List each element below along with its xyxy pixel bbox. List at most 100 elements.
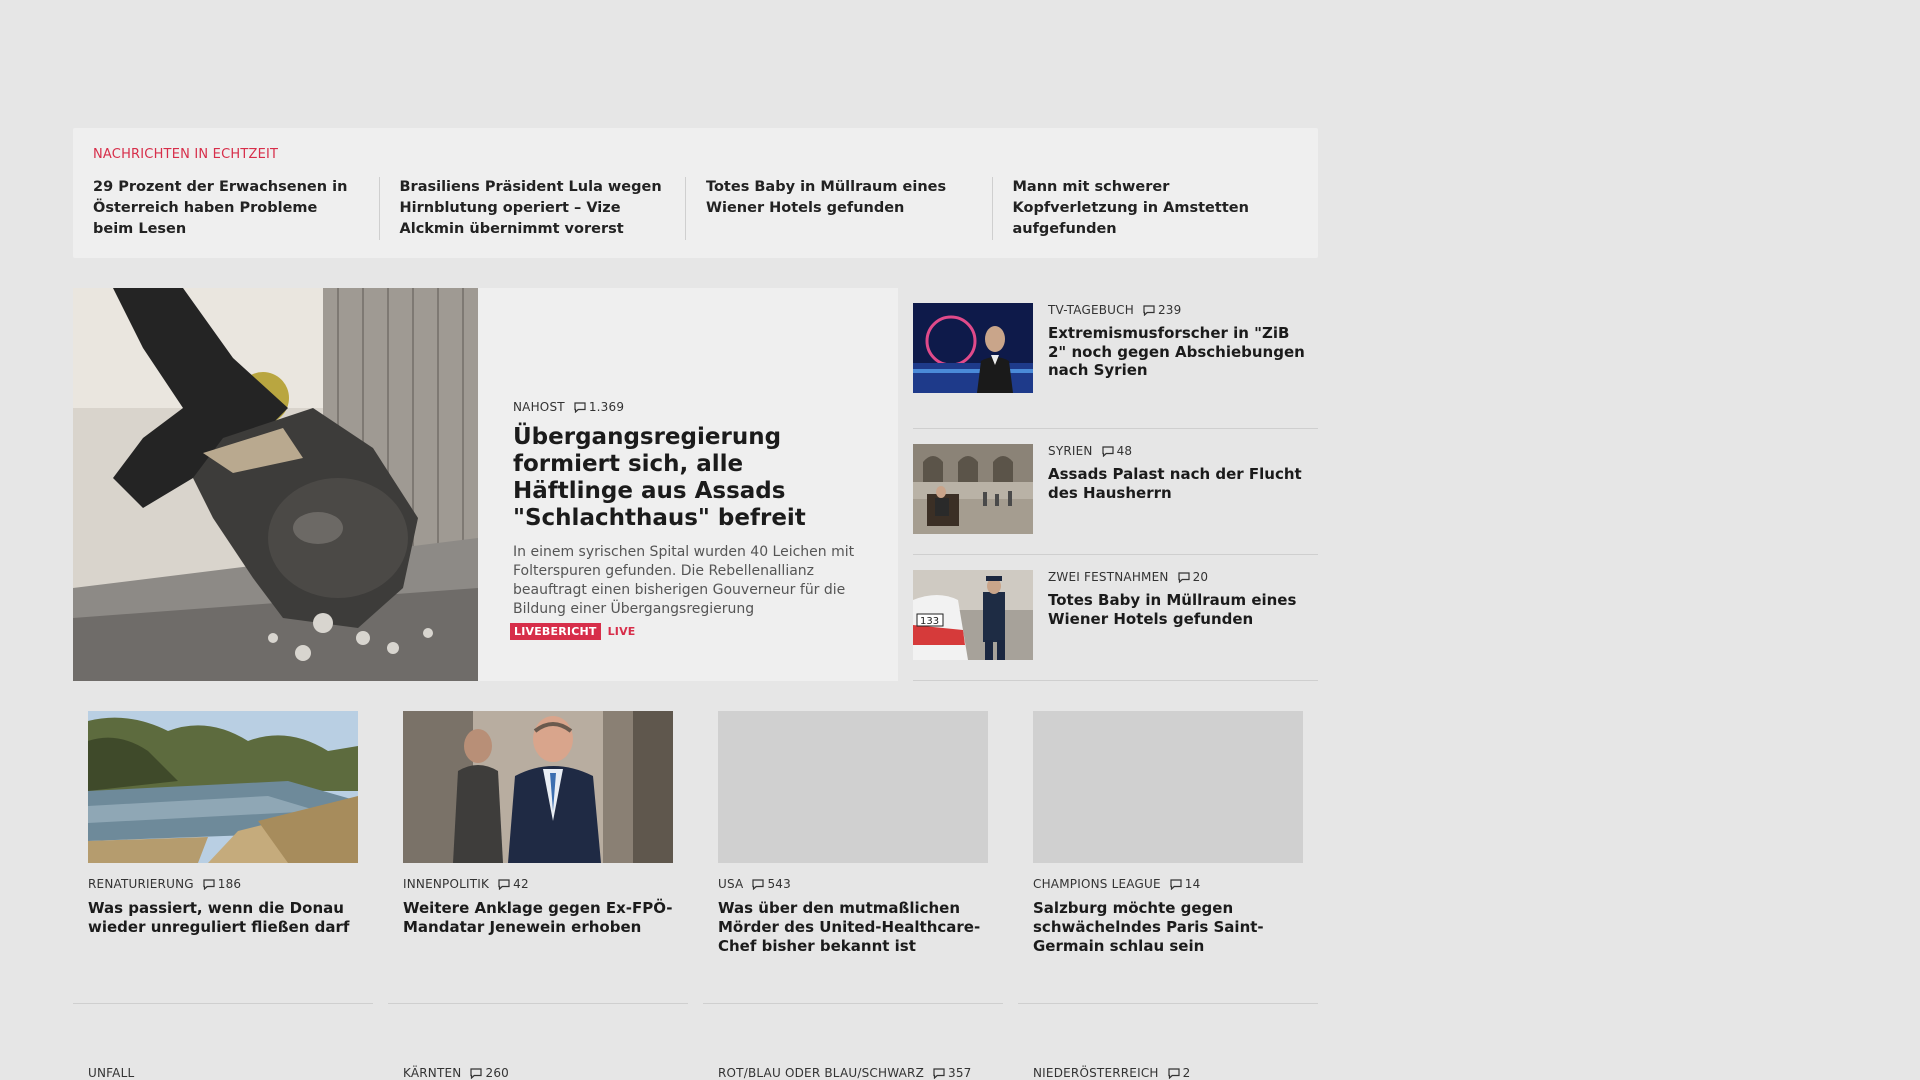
- card-kicker: CHAMPIONS LEAGUE 14: [1033, 877, 1303, 891]
- card-comment-count[interactable]: 260: [470, 1066, 509, 1080]
- side-article-image[interactable]: [913, 303, 1033, 393]
- hero-comment-count[interactable]: 1.369: [574, 400, 624, 414]
- side-headline[interactable]: Totes Baby in Müllraum eines Wiener Hote…: [1048, 591, 1308, 628]
- card-image[interactable]: [88, 711, 358, 863]
- side-article[interactable]: SYRIEN 48 Assads Palast nach der Flucht …: [913, 444, 1318, 534]
- hero-teaser: In einem syrischen Spital wurden 40 Leic…: [513, 544, 855, 617]
- divider: [388, 1003, 688, 1004]
- card-image-placeholder[interactable]: [718, 711, 988, 863]
- comment-count-value: 186: [217, 877, 242, 891]
- comment-icon: [574, 401, 586, 413]
- card-comment-count[interactable]: 357: [933, 1066, 972, 1080]
- hero-category[interactable]: NAHOST: [513, 400, 565, 414]
- article-card[interactable]: INNENPOLITIK 42 Weitere Anklage gegen Ex…: [403, 711, 673, 937]
- side-headline[interactable]: Assads Palast nach der Flucht des Haushe…: [1048, 465, 1308, 502]
- card-category[interactable]: RENATURIERUNG: [88, 877, 194, 891]
- card-kicker: INNENPOLITIK 42: [403, 877, 673, 891]
- card-headline[interactable]: Salzburg möchte gegen schwächelndes Pari…: [1033, 899, 1303, 956]
- side-article[interactable]: TV-TAGEBUCH 239 Extremismusforscher in "…: [913, 303, 1318, 393]
- ticker-item[interactable]: Brasiliens Präsident Lula wegen Hirn­blu…: [378, 177, 686, 240]
- card-category[interactable]: NIEDERÖSTERREICH: [1033, 1066, 1159, 1080]
- ticker-items: 29 Prozent der Erwachsenen in Öster­reic…: [93, 177, 1298, 240]
- card-category[interactable]: INNENPOLITIK: [403, 877, 489, 891]
- card-kicker: KÄRNTEN 260: [403, 1066, 509, 1080]
- side-comment-count[interactable]: 48: [1101, 444, 1133, 458]
- ticker-item[interactable]: Mann mit schwerer Kopfverletzung in Amst…: [991, 177, 1299, 240]
- side-comment-count[interactable]: 20: [1177, 570, 1209, 584]
- card-comment-count[interactable]: 543: [752, 877, 791, 891]
- comment-count-value: 42: [513, 877, 529, 891]
- side-article-image[interactable]: 133: [913, 570, 1033, 660]
- comment-icon: [203, 878, 215, 890]
- side-article-content: TV-TAGEBUCH 239 Extremismusforscher in "…: [1048, 303, 1308, 393]
- live-indicator: LIVE: [607, 625, 636, 638]
- side-category[interactable]: TV-TAGEBUCH: [1048, 303, 1134, 317]
- card-headline[interactable]: Weitere Anklage gegen Ex-FPÖ-Mandatar Je…: [403, 899, 673, 937]
- divider: [1018, 1003, 1318, 1004]
- ticker-item[interactable]: 29 Prozent der Erwachsenen in Öster­reic…: [93, 177, 379, 240]
- card-comment-count[interactable]: 42: [498, 877, 529, 891]
- hero-image[interactable]: [73, 288, 478, 681]
- comment-count-value: 20: [1192, 570, 1209, 584]
- card-category[interactable]: ROT/BLAU ODER BLAU/SCHWARZ: [718, 1066, 924, 1080]
- comment-icon: [470, 1067, 483, 1079]
- comment-icon: [933, 1067, 945, 1079]
- card-comment-count[interactable]: 186: [203, 877, 242, 891]
- card-category[interactable]: USA: [718, 877, 743, 891]
- comment-count-value: 260: [485, 1066, 509, 1080]
- card-kicker: NIEDERÖSTERREICH 2: [1033, 1066, 1190, 1080]
- side-kicker: SYRIEN 48: [1048, 444, 1308, 458]
- hero-headline[interactable]: Übergangsregierung formiert sich, alle H…: [513, 424, 863, 532]
- card-kicker: RENATURIERUNG 186: [88, 877, 358, 891]
- comment-icon: [1177, 571, 1190, 583]
- divider: [73, 1003, 373, 1004]
- comment-icon: [1168, 1067, 1180, 1079]
- side-article-content: ZWEI FESTNAHMEN 20 Totes Baby in Müllrau…: [1048, 570, 1308, 660]
- ticker-heading: NACHRICHTEN IN ECHTZEIT: [93, 147, 279, 162]
- card-kicker: ROT/BLAU ODER BLAU/SCHWARZ 357: [718, 1066, 972, 1080]
- side-comment-count[interactable]: 239: [1143, 303, 1182, 317]
- divider: [913, 554, 1318, 555]
- side-kicker: TV-TAGEBUCH 239: [1048, 303, 1308, 317]
- side-article-content: SYRIEN 48 Assads Palast nach der Flucht …: [1048, 444, 1308, 534]
- comment-count-value: 1.369: [588, 400, 625, 414]
- realtime-news-ticker: NACHRICHTEN IN ECHTZEIT 29 Prozent der E…: [73, 128, 1318, 258]
- ticker-item[interactable]: Totes Baby in Müllraum eines Wiener Hote…: [685, 177, 992, 240]
- card-category[interactable]: KÄRNTEN: [403, 1066, 461, 1080]
- card-headline[interactable]: Was passiert, wenn die Donau wieder unre…: [88, 899, 358, 937]
- hero-kicker: NAHOST 1.369: [513, 400, 863, 414]
- card-headline[interactable]: Was über den mutmaßlichen Mörder des Uni…: [718, 899, 988, 956]
- hero-article[interactable]: NAHOST 1.369 Übergangsregierung formiert…: [73, 288, 898, 681]
- comment-count-value: 543: [767, 877, 791, 891]
- card-kicker: UNFALL: [88, 1066, 134, 1080]
- livebericht-badge: LIVEBERICHT: [510, 623, 601, 640]
- side-headline[interactable]: Extremismusforscher in "ZiB 2" noch gege…: [1048, 324, 1308, 380]
- card-comment-count[interactable]: 2: [1168, 1066, 1191, 1080]
- side-article[interactable]: 133 ZWEI FESTNAHMEN 20 Totes Baby in Mül…: [913, 570, 1318, 660]
- comment-icon: [1143, 304, 1155, 316]
- divider: [703, 1003, 1003, 1004]
- svg-text:133: 133: [920, 616, 939, 627]
- card-comment-count[interactable]: 14: [1170, 877, 1201, 891]
- card-image[interactable]: [403, 711, 673, 863]
- comment-icon: [752, 878, 765, 890]
- card-category[interactable]: CHAMPIONS LEAGUE: [1033, 877, 1161, 891]
- card-kicker: USA 543: [718, 877, 988, 891]
- article-card[interactable]: RENATURIERUNG 186 Was passiert, wenn die…: [88, 711, 358, 937]
- side-category[interactable]: SYRIEN: [1048, 444, 1093, 458]
- comment-icon: [498, 878, 510, 890]
- side-kicker: ZWEI FESTNAHMEN 20: [1048, 570, 1308, 584]
- comment-count-value: 14: [1184, 877, 1201, 891]
- comment-count-value: 239: [1157, 303, 1182, 317]
- divider: [913, 680, 1318, 681]
- hero-badges: LIVEBERICHT LIVE: [510, 623, 863, 640]
- side-article-image[interactable]: [913, 444, 1033, 534]
- article-card[interactable]: CHAMPIONS LEAGUE 14 Salzburg möchte gege…: [1033, 711, 1303, 956]
- card-category[interactable]: UNFALL: [88, 1066, 134, 1080]
- article-card[interactable]: USA 543 Was über den mutmaßlichen Mörder…: [718, 711, 988, 956]
- comment-count-value: 357: [948, 1066, 972, 1080]
- side-category[interactable]: ZWEI FESTNAHMEN: [1048, 570, 1169, 584]
- comment-icon: [1170, 878, 1182, 890]
- card-image-placeholder[interactable]: [1033, 711, 1303, 863]
- comment-count-value: 2: [1182, 1066, 1191, 1080]
